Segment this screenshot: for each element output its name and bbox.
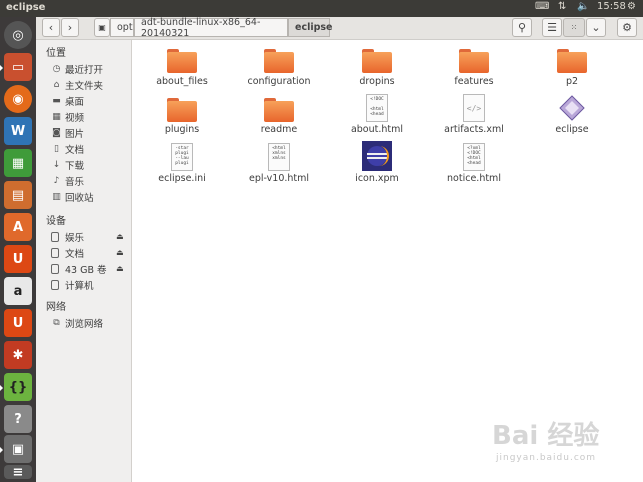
window-title: eclipse bbox=[6, 2, 46, 13]
html-file-icon: <?xml <!DOC <html <head bbox=[463, 143, 485, 171]
drive-icon bbox=[51, 264, 62, 275]
sidebar-item-home[interactable]: ⌂ 主文件夹 bbox=[51, 78, 103, 92]
sidebar-device-computer[interactable]: 计算机 bbox=[51, 278, 94, 292]
volume-icon[interactable]: 🔈 bbox=[577, 1, 589, 12]
eject-icon[interactable]: ⏏ bbox=[116, 248, 124, 257]
xml-file-icon: </> bbox=[463, 94, 485, 122]
list-view-button[interactable]: ☰ bbox=[542, 18, 562, 37]
sidebar-item-videos[interactable]: ▦ 视频 bbox=[51, 110, 84, 124]
text-file-icon: -star plugi --lau plugi bbox=[171, 143, 193, 171]
sidebar-item-downloads[interactable]: ↓ 下载 bbox=[51, 158, 84, 172]
list-icon: ☰ bbox=[547, 21, 557, 34]
trash-icon[interactable]: ≡ bbox=[4, 465, 32, 480]
folder-icon bbox=[264, 49, 294, 73]
power-gear-icon[interactable]: ⚙ bbox=[627, 1, 636, 12]
camera-icon: ◙ bbox=[52, 128, 61, 138]
file-view: about_files configuration dropins featur… bbox=[132, 40, 643, 482]
toolbar: ‹ › ▣ opt adt-bundle-linux-x86_64-201403… bbox=[36, 17, 643, 40]
writer-icon[interactable]: W bbox=[4, 117, 32, 145]
document-icon: ▯ bbox=[54, 144, 59, 154]
keyboard-icon[interactable]: ⌨ bbox=[535, 1, 549, 12]
desktop-icon: ▬ bbox=[52, 96, 61, 106]
grid-view-button[interactable]: ⁙ bbox=[563, 18, 585, 37]
film-icon: ▦ bbox=[52, 112, 61, 122]
calc-icon[interactable]: ▦ bbox=[4, 149, 32, 177]
folder-icon bbox=[167, 98, 197, 122]
menu-button[interactable]: ⚙ bbox=[617, 18, 637, 37]
watermark-url: jingyan.baidu.com bbox=[496, 453, 597, 463]
clock[interactable]: 15:58 bbox=[597, 1, 626, 12]
eclipse-image-icon bbox=[362, 141, 392, 171]
watermark-brand: Bai 经验 bbox=[492, 421, 600, 451]
trash-icon: ▥ bbox=[52, 192, 61, 202]
top-panel: eclipse ⌨ ⇅ 🔈 15:58 ⚙ bbox=[0, 0, 643, 17]
html-file-icon: <html xmlns xmlns bbox=[268, 143, 290, 171]
sidebar-device-documents[interactable]: 文档 bbox=[51, 246, 84, 260]
sidebar-item-trash[interactable]: ▥ 回收站 bbox=[51, 190, 93, 204]
files-app-icon[interactable]: ▭ bbox=[0, 53, 32, 81]
view-options-button[interactable]: ⌄ bbox=[586, 18, 606, 37]
back-button[interactable]: ‹ bbox=[42, 18, 60, 37]
gear-icon: ⚙ bbox=[622, 21, 632, 34]
workspace-icon[interactable]: ▣ bbox=[0, 435, 32, 463]
eject-icon[interactable]: ⏏ bbox=[116, 264, 124, 273]
settings-icon[interactable]: ✱ bbox=[4, 341, 32, 369]
location-toggle-button[interactable]: ▣ bbox=[94, 18, 110, 37]
ubuntu-one-music-icon[interactable]: U bbox=[4, 309, 32, 337]
forward-button[interactable]: › bbox=[61, 18, 79, 37]
folder-icon bbox=[167, 49, 197, 73]
folder-icon bbox=[459, 49, 489, 73]
network-icon: ⧉ bbox=[53, 318, 60, 328]
sidebar-device-entertainment[interactable]: 娱乐 bbox=[51, 230, 84, 244]
sidebar-item-documents[interactable]: ▯ 文档 bbox=[51, 142, 84, 156]
drive-icon: ▣ bbox=[98, 23, 106, 32]
scratchpad-icon[interactable]: {} bbox=[0, 373, 32, 401]
sidebar-item-recent[interactable]: ◷ 最近打开 bbox=[51, 62, 103, 76]
sidebar-item-music[interactable]: ♪ 音乐 bbox=[51, 174, 84, 188]
grid-icon: ⁙ bbox=[570, 23, 578, 32]
sidebar: 位置 ◷ 最近打开 ⌂ 主文件夹 ▬ 桌面 ▦ 视频 ◙ 图片 ▯ 文档 ↓ 下载 ♪ 音乐 ▥… bbox=[36, 40, 132, 482]
sidebar-device-43gb[interactable]: 43 GB 卷 bbox=[51, 262, 107, 276]
drive-icon bbox=[51, 248, 62, 259]
impress-icon[interactable]: ▤ bbox=[4, 181, 32, 209]
drive-icon bbox=[51, 232, 62, 243]
launcher: ◎ ▭ ◉ W ▦ ▤ A U a U ✱ {} ? ▣ ≡ bbox=[0, 17, 36, 482]
folder-icon bbox=[557, 49, 587, 73]
ubuntu-one-icon[interactable]: U bbox=[4, 245, 32, 273]
home-icon: ⌂ bbox=[53, 80, 60, 90]
folder-icon bbox=[362, 49, 392, 73]
music-icon: ♪ bbox=[53, 176, 60, 186]
unknown-app-icon[interactable]: ? bbox=[4, 405, 32, 433]
places-header: 位置 bbox=[46, 48, 66, 59]
breadcrumb-adt-bundle[interactable]: adt-bundle-linux-x86_64-20140321 bbox=[134, 17, 288, 39]
download-icon: ↓ bbox=[52, 160, 61, 170]
sidebar-item-pictures[interactable]: ◙ 图片 bbox=[51, 126, 84, 140]
breadcrumb-eclipse[interactable]: eclipse bbox=[288, 18, 333, 37]
breadcrumb-opt[interactable]: opt bbox=[110, 18, 134, 37]
software-center-icon[interactable]: A bbox=[4, 213, 32, 241]
search-icon: ⚲ bbox=[517, 21, 527, 34]
sidebar-item-browse-network[interactable]: ⧉ 浏览网络 bbox=[51, 316, 103, 330]
chevron-down-icon: ⌄ bbox=[591, 21, 601, 34]
eject-icon[interactable]: ⏏ bbox=[116, 232, 124, 241]
sidebar-item-desktop[interactable]: ▬ 桌面 bbox=[51, 94, 84, 108]
executable-icon bbox=[559, 95, 585, 121]
devices-header: 设备 bbox=[46, 216, 66, 227]
dash-home-icon[interactable]: ◎ bbox=[4, 21, 32, 49]
firefox-icon[interactable]: ◉ bbox=[4, 85, 32, 113]
folder-icon bbox=[264, 98, 294, 122]
network-icon[interactable]: ⇅ bbox=[558, 1, 566, 12]
search-button[interactable]: ⚲ bbox=[512, 18, 532, 37]
html-file-icon: <!DOC <html <head bbox=[366, 94, 388, 122]
network-header: 网络 bbox=[46, 302, 66, 313]
amazon-icon[interactable]: a bbox=[4, 277, 32, 305]
computer-icon bbox=[51, 280, 62, 291]
baidu-watermark: Bai 经验 jingyan.baidu.com bbox=[492, 415, 632, 470]
clock-icon: ◷ bbox=[52, 64, 61, 74]
